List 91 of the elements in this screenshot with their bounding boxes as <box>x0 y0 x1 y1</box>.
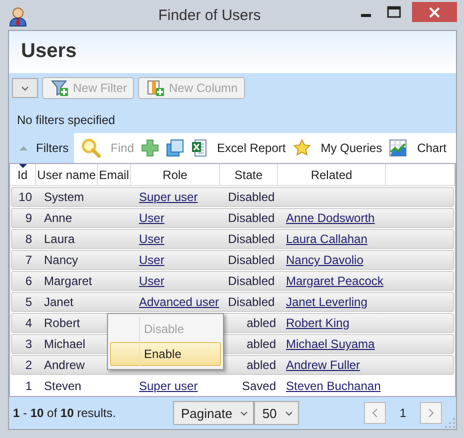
id-cell: 4 <box>25 316 32 330</box>
two-squares-icon[interactable] <box>166 139 184 157</box>
related-link[interactable]: Andrew Fuller <box>286 358 360 372</box>
app-icon <box>9 7 27 27</box>
selected-row[interactable]: 9 Anne User Disabled Anne Dodsworth <box>11 208 454 228</box>
state-cell: abled <box>246 316 276 330</box>
caret-icon <box>21 86 29 90</box>
close-icon <box>429 6 440 18</box>
state-cell: Disabled <box>228 211 275 225</box>
related-link[interactable]: Janet Leverling <box>286 295 368 309</box>
state-cell: Disabled <box>228 232 275 246</box>
id-cell: 8 <box>25 232 32 246</box>
selected-row[interactable]: 6 Margaret User Disabled Margaret Peacock <box>11 271 454 291</box>
my-queries-button[interactable]: My Queries <box>292 139 382 157</box>
page-size-dropdown[interactable]: 50 <box>254 401 299 425</box>
user-name-cell: Nancy <box>44 253 78 267</box>
table-row[interactable]: 1 Steven Super user Saved Steven Buchanan <box>11 376 454 396</box>
user-name-cell: Janet <box>44 295 74 309</box>
user-name-cell: System <box>44 190 84 204</box>
role-link[interactable]: User <box>139 253 164 267</box>
column-header[interactable]: State <box>220 164 278 185</box>
id-cell: 10 <box>18 190 32 204</box>
maximize-icon <box>387 6 401 18</box>
chart-icon <box>389 139 408 157</box>
state-cell: Disabled <box>228 253 275 267</box>
plus-icon[interactable] <box>141 139 160 157</box>
column-plus-icon <box>147 80 166 96</box>
filters-tab[interactable]: Filters <box>9 133 74 163</box>
minimize-icon <box>361 14 371 16</box>
state-cell: Disabled <box>228 190 275 204</box>
user-name-cell: Laura <box>44 232 75 246</box>
selected-row[interactable]: 5 Janet Advanced user Disabled Janet Leverling <box>11 292 454 312</box>
state-cell: abled <box>246 337 276 351</box>
column-header[interactable]: Role <box>131 164 220 185</box>
state-cell: Saved <box>242 379 276 393</box>
id-cell: 9 <box>25 211 32 225</box>
page-number: 1 <box>398 406 408 420</box>
role-link[interactable]: Advanced user <box>139 295 220 309</box>
related-link[interactable]: Laura Callahan <box>286 232 368 246</box>
window-title: Finder of Users <box>157 7 262 24</box>
selected-row[interactable]: 10 System Super user Disabled <box>11 187 454 207</box>
paginate-dropdown[interactable]: Paginate <box>173 401 254 425</box>
filter-status: No filters specified <box>16 112 116 127</box>
state-cell: abled <box>246 358 276 372</box>
role-link[interactable]: User <box>139 274 164 288</box>
collapse-triangle-icon <box>19 145 28 151</box>
results-summary: 1 - 10 of 10 results. <box>13 406 117 420</box>
search-icon <box>80 138 101 158</box>
related-link[interactable]: Steven Buchanan <box>286 379 381 393</box>
close-button[interactable] <box>412 2 457 22</box>
column-header[interactable]: Related <box>278 164 386 185</box>
chart-button[interactable]: Chart <box>389 139 446 157</box>
caret-icon <box>284 410 293 416</box>
page-title: Users <box>20 39 77 63</box>
role-link[interactable]: Super user <box>139 190 198 204</box>
role-link[interactable]: User <box>139 211 164 225</box>
role-link[interactable]: Super user <box>139 379 198 393</box>
id-cell: 6 <box>25 274 32 288</box>
related-link[interactable]: Nancy Davolio <box>286 253 364 267</box>
state-cell: Disabled <box>228 274 275 288</box>
id-cell: 1 <box>25 379 32 393</box>
related-link[interactable]: Anne Dodsworth <box>286 211 375 225</box>
user-name-cell: Robert <box>44 316 80 330</box>
column-header[interactable]: Email <box>98 164 131 185</box>
id-cell: 5 <box>25 295 32 309</box>
user-name-cell: Margaret <box>44 274 92 288</box>
related-link[interactable]: Robert King <box>286 316 350 330</box>
id-cell: 3 <box>25 337 32 351</box>
chevron-left-icon <box>371 408 379 418</box>
resize-grip-icon <box>445 418 455 428</box>
related-link[interactable]: Margaret Peacock <box>286 274 384 288</box>
user-name-cell: Anne <box>44 211 72 225</box>
column-header[interactable]: Id <box>10 164 36 185</box>
user-name-cell: Andrew <box>44 358 85 372</box>
caret-icon <box>240 410 248 416</box>
star-icon <box>292 139 311 157</box>
column-header[interactable]: User name <box>36 164 98 185</box>
funnel-plus-icon <box>51 80 69 96</box>
role-link[interactable]: User <box>139 232 164 246</box>
menu-item[interactable]: Enable <box>110 342 221 366</box>
spreadsheet-icon <box>191 139 208 157</box>
excel-report-button[interactable]: Excel Report <box>191 139 286 157</box>
user-name-cell: Steven <box>44 379 82 393</box>
id-cell: 7 <box>25 253 32 267</box>
chevron-right-icon <box>427 408 435 418</box>
user-name-cell: Michael <box>44 337 86 351</box>
related-link[interactable]: Michael Suyama <box>286 337 375 351</box>
id-cell: 2 <box>25 358 32 372</box>
state-cell: Disabled <box>228 295 275 309</box>
selected-row[interactable]: 8 Laura User Disabled Laura Callahan <box>11 229 454 249</box>
selected-row[interactable]: 7 Nancy User Disabled Nancy Davolio <box>11 250 454 270</box>
